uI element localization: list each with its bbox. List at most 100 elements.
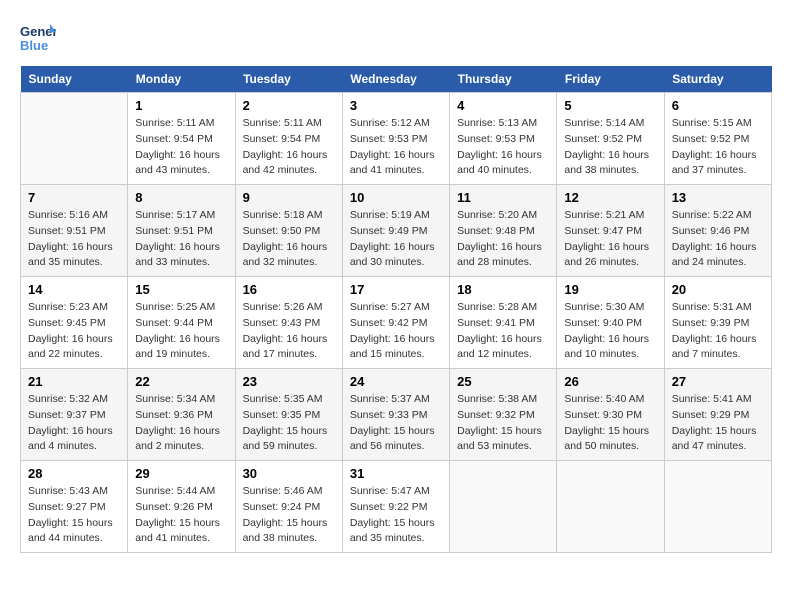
cell-sun-info: Sunrise: 5:44 AMSunset: 9:26 PMDaylight:… [135,484,227,547]
day-number: 24 [350,374,442,389]
cell-sun-info: Sunrise: 5:38 AMSunset: 9:32 PMDaylight:… [457,392,549,455]
cell-sun-info: Sunrise: 5:11 AMSunset: 9:54 PMDaylight:… [135,116,227,179]
cell-sun-info: Sunrise: 5:26 AMSunset: 9:43 PMDaylight:… [243,300,335,363]
cell-sun-info: Sunrise: 5:18 AMSunset: 9:50 PMDaylight:… [243,208,335,271]
svg-text:Blue: Blue [20,38,48,53]
day-number: 12 [564,190,656,205]
cell-sun-info: Sunrise: 5:13 AMSunset: 9:53 PMDaylight:… [457,116,549,179]
calendar-cell [450,461,557,553]
calendar-cell: 26 Sunrise: 5:40 AMSunset: 9:30 PMDayligh… [557,369,664,461]
cell-sun-info: Sunrise: 5:17 AMSunset: 9:51 PMDaylight:… [135,208,227,271]
calendar-cell [664,461,771,553]
calendar-cell: 18 Sunrise: 5:28 AMSunset: 9:41 PMDayligh… [450,277,557,369]
cell-sun-info: Sunrise: 5:47 AMSunset: 9:22 PMDaylight:… [350,484,442,547]
calendar-cell: 28Sunrise: 5:43 AMSunset: 9:27 PMDayligh… [21,461,128,553]
calendar-cell: 27 Sunrise: 5:41 AMSunset: 9:29 PMDayligh… [664,369,771,461]
calendar-cell: 16Sunrise: 5:26 AMSunset: 9:43 PMDayligh… [235,277,342,369]
cell-sun-info: Sunrise: 5:27 AMSunset: 9:42 PMDaylight:… [350,300,442,363]
cell-sun-info: Sunrise: 5:37 AMSunset: 9:33 PMDaylight:… [350,392,442,455]
day-number: 28 [28,466,120,481]
calendar-cell: 23Sunrise: 5:35 AMSunset: 9:35 PMDayligh… [235,369,342,461]
calendar-cell: 8 Sunrise: 5:17 AMSunset: 9:51 PMDaylight… [128,185,235,277]
cell-sun-info: Sunrise: 5:22 AMSunset: 9:46 PMDaylight:… [672,208,764,271]
weekday-header-cell: Friday [557,66,664,93]
calendar-cell: 20 Sunrise: 5:31 AMSunset: 9:39 PMDayligh… [664,277,771,369]
calendar-week-row: 1 Sunrise: 5:11 AMSunset: 9:54 PMDaylight… [21,93,772,185]
calendar-cell: 3Sunrise: 5:12 AMSunset: 9:53 PMDaylight… [342,93,449,185]
day-number: 17 [350,282,442,297]
general-blue-icon: General Blue [20,20,56,56]
calendar-cell: 14 Sunrise: 5:23 AMSunset: 9:45 PMDayligh… [21,277,128,369]
calendar-cell: 29 Sunrise: 5:44 AMSunset: 9:26 PMDayligh… [128,461,235,553]
calendar-cell: 7Sunrise: 5:16 AMSunset: 9:51 PMDaylight… [21,185,128,277]
calendar-week-row: 21Sunrise: 5:32 AMSunset: 9:37 PMDayligh… [21,369,772,461]
calendar-cell: 15Sunrise: 5:25 AMSunset: 9:44 PMDayligh… [128,277,235,369]
day-number: 18 [457,282,549,297]
day-number: 9 [243,190,335,205]
cell-sun-info: Sunrise: 5:19 AMSunset: 9:49 PMDaylight:… [350,208,442,271]
calendar-cell: 4 Sunrise: 5:13 AMSunset: 9:53 PMDaylight… [450,93,557,185]
calendar-cell: 10 Sunrise: 5:19 AMSunset: 9:49 PMDayligh… [342,185,449,277]
calendar-cell: 5 Sunrise: 5:14 AMSunset: 9:52 PMDaylight… [557,93,664,185]
cell-sun-info: Sunrise: 5:14 AMSunset: 9:52 PMDaylight:… [564,116,656,179]
day-number: 1 [135,98,227,113]
cell-sun-info: Sunrise: 5:25 AMSunset: 9:44 PMDaylight:… [135,300,227,363]
day-number: 22 [135,374,227,389]
cell-sun-info: Sunrise: 5:23 AMSunset: 9:45 PMDaylight:… [28,300,120,363]
day-number: 27 [672,374,764,389]
calendar-cell: 30 Sunrise: 5:46 AMSunset: 9:24 PMDayligh… [235,461,342,553]
day-number: 30 [243,466,335,481]
day-number: 5 [564,98,656,113]
cell-sun-info: Sunrise: 5:40 AMSunset: 9:30 PMDaylight:… [564,392,656,455]
calendar-cell: 21Sunrise: 5:32 AMSunset: 9:37 PMDayligh… [21,369,128,461]
day-number: 7 [28,190,120,205]
calendar-cell: 9 Sunrise: 5:18 AMSunset: 9:50 PMDaylight… [235,185,342,277]
cell-sun-info: Sunrise: 5:28 AMSunset: 9:41 PMDaylight:… [457,300,549,363]
calendar-cell: 31 Sunrise: 5:47 AMSunset: 9:22 PMDayligh… [342,461,449,553]
day-number: 10 [350,190,442,205]
calendar-cell: 12 Sunrise: 5:21 AMSunset: 9:47 PMDayligh… [557,185,664,277]
calendar-cell: 6 Sunrise: 5:15 AMSunset: 9:52 PMDaylight… [664,93,771,185]
calendar-cell: 24 Sunrise: 5:37 AMSunset: 9:33 PMDayligh… [342,369,449,461]
calendar-cell: 13 Sunrise: 5:22 AMSunset: 9:46 PMDayligh… [664,185,771,277]
day-number: 2 [243,98,335,113]
day-number: 31 [350,466,442,481]
calendar-cell: 22Sunrise: 5:34 AMSunset: 9:36 PMDayligh… [128,369,235,461]
calendar-cell: 19Sunrise: 5:30 AMSunset: 9:40 PMDayligh… [557,277,664,369]
weekday-header-cell: Wednesday [342,66,449,93]
calendar-body: 1 Sunrise: 5:11 AMSunset: 9:54 PMDaylight… [21,93,772,553]
cell-sun-info: Sunrise: 5:31 AMSunset: 9:39 PMDaylight:… [672,300,764,363]
day-number: 6 [672,98,764,113]
cell-sun-info: Sunrise: 5:21 AMSunset: 9:47 PMDaylight:… [564,208,656,271]
calendar-cell [557,461,664,553]
day-number: 11 [457,190,549,205]
cell-sun-info: Sunrise: 5:46 AMSunset: 9:24 PMDaylight:… [243,484,335,547]
day-number: 14 [28,282,120,297]
cell-sun-info: Sunrise: 5:30 AMSunset: 9:40 PMDaylight:… [564,300,656,363]
cell-sun-info: Sunrise: 5:11 AMSunset: 9:54 PMDaylight:… [243,116,335,179]
weekday-header-cell: Monday [128,66,235,93]
cell-sun-info: Sunrise: 5:15 AMSunset: 9:52 PMDaylight:… [672,116,764,179]
calendar-cell: 1 Sunrise: 5:11 AMSunset: 9:54 PMDaylight… [128,93,235,185]
day-number: 4 [457,98,549,113]
day-number: 8 [135,190,227,205]
weekday-header-cell: Thursday [450,66,557,93]
cell-sun-info: Sunrise: 5:41 AMSunset: 9:29 PMDaylight:… [672,392,764,455]
cell-sun-info: Sunrise: 5:32 AMSunset: 9:37 PMDaylight:… [28,392,120,455]
calendar-cell: 25Sunrise: 5:38 AMSunset: 9:32 PMDayligh… [450,369,557,461]
calendar-cell [21,93,128,185]
logo: General Blue [20,20,56,56]
day-number: 13 [672,190,764,205]
weekday-header-cell: Sunday [21,66,128,93]
day-number: 20 [672,282,764,297]
weekday-header-row: SundayMondayTuesdayWednesdayThursdayFrid… [21,66,772,93]
day-number: 3 [350,98,442,113]
calendar-week-row: 14 Sunrise: 5:23 AMSunset: 9:45 PMDayligh… [21,277,772,369]
day-number: 23 [243,374,335,389]
page-header: General Blue [20,20,772,56]
day-number: 29 [135,466,227,481]
weekday-header-cell: Tuesday [235,66,342,93]
calendar-table: SundayMondayTuesdayWednesdayThursdayFrid… [20,66,772,553]
calendar-week-row: 28Sunrise: 5:43 AMSunset: 9:27 PMDayligh… [21,461,772,553]
day-number: 26 [564,374,656,389]
